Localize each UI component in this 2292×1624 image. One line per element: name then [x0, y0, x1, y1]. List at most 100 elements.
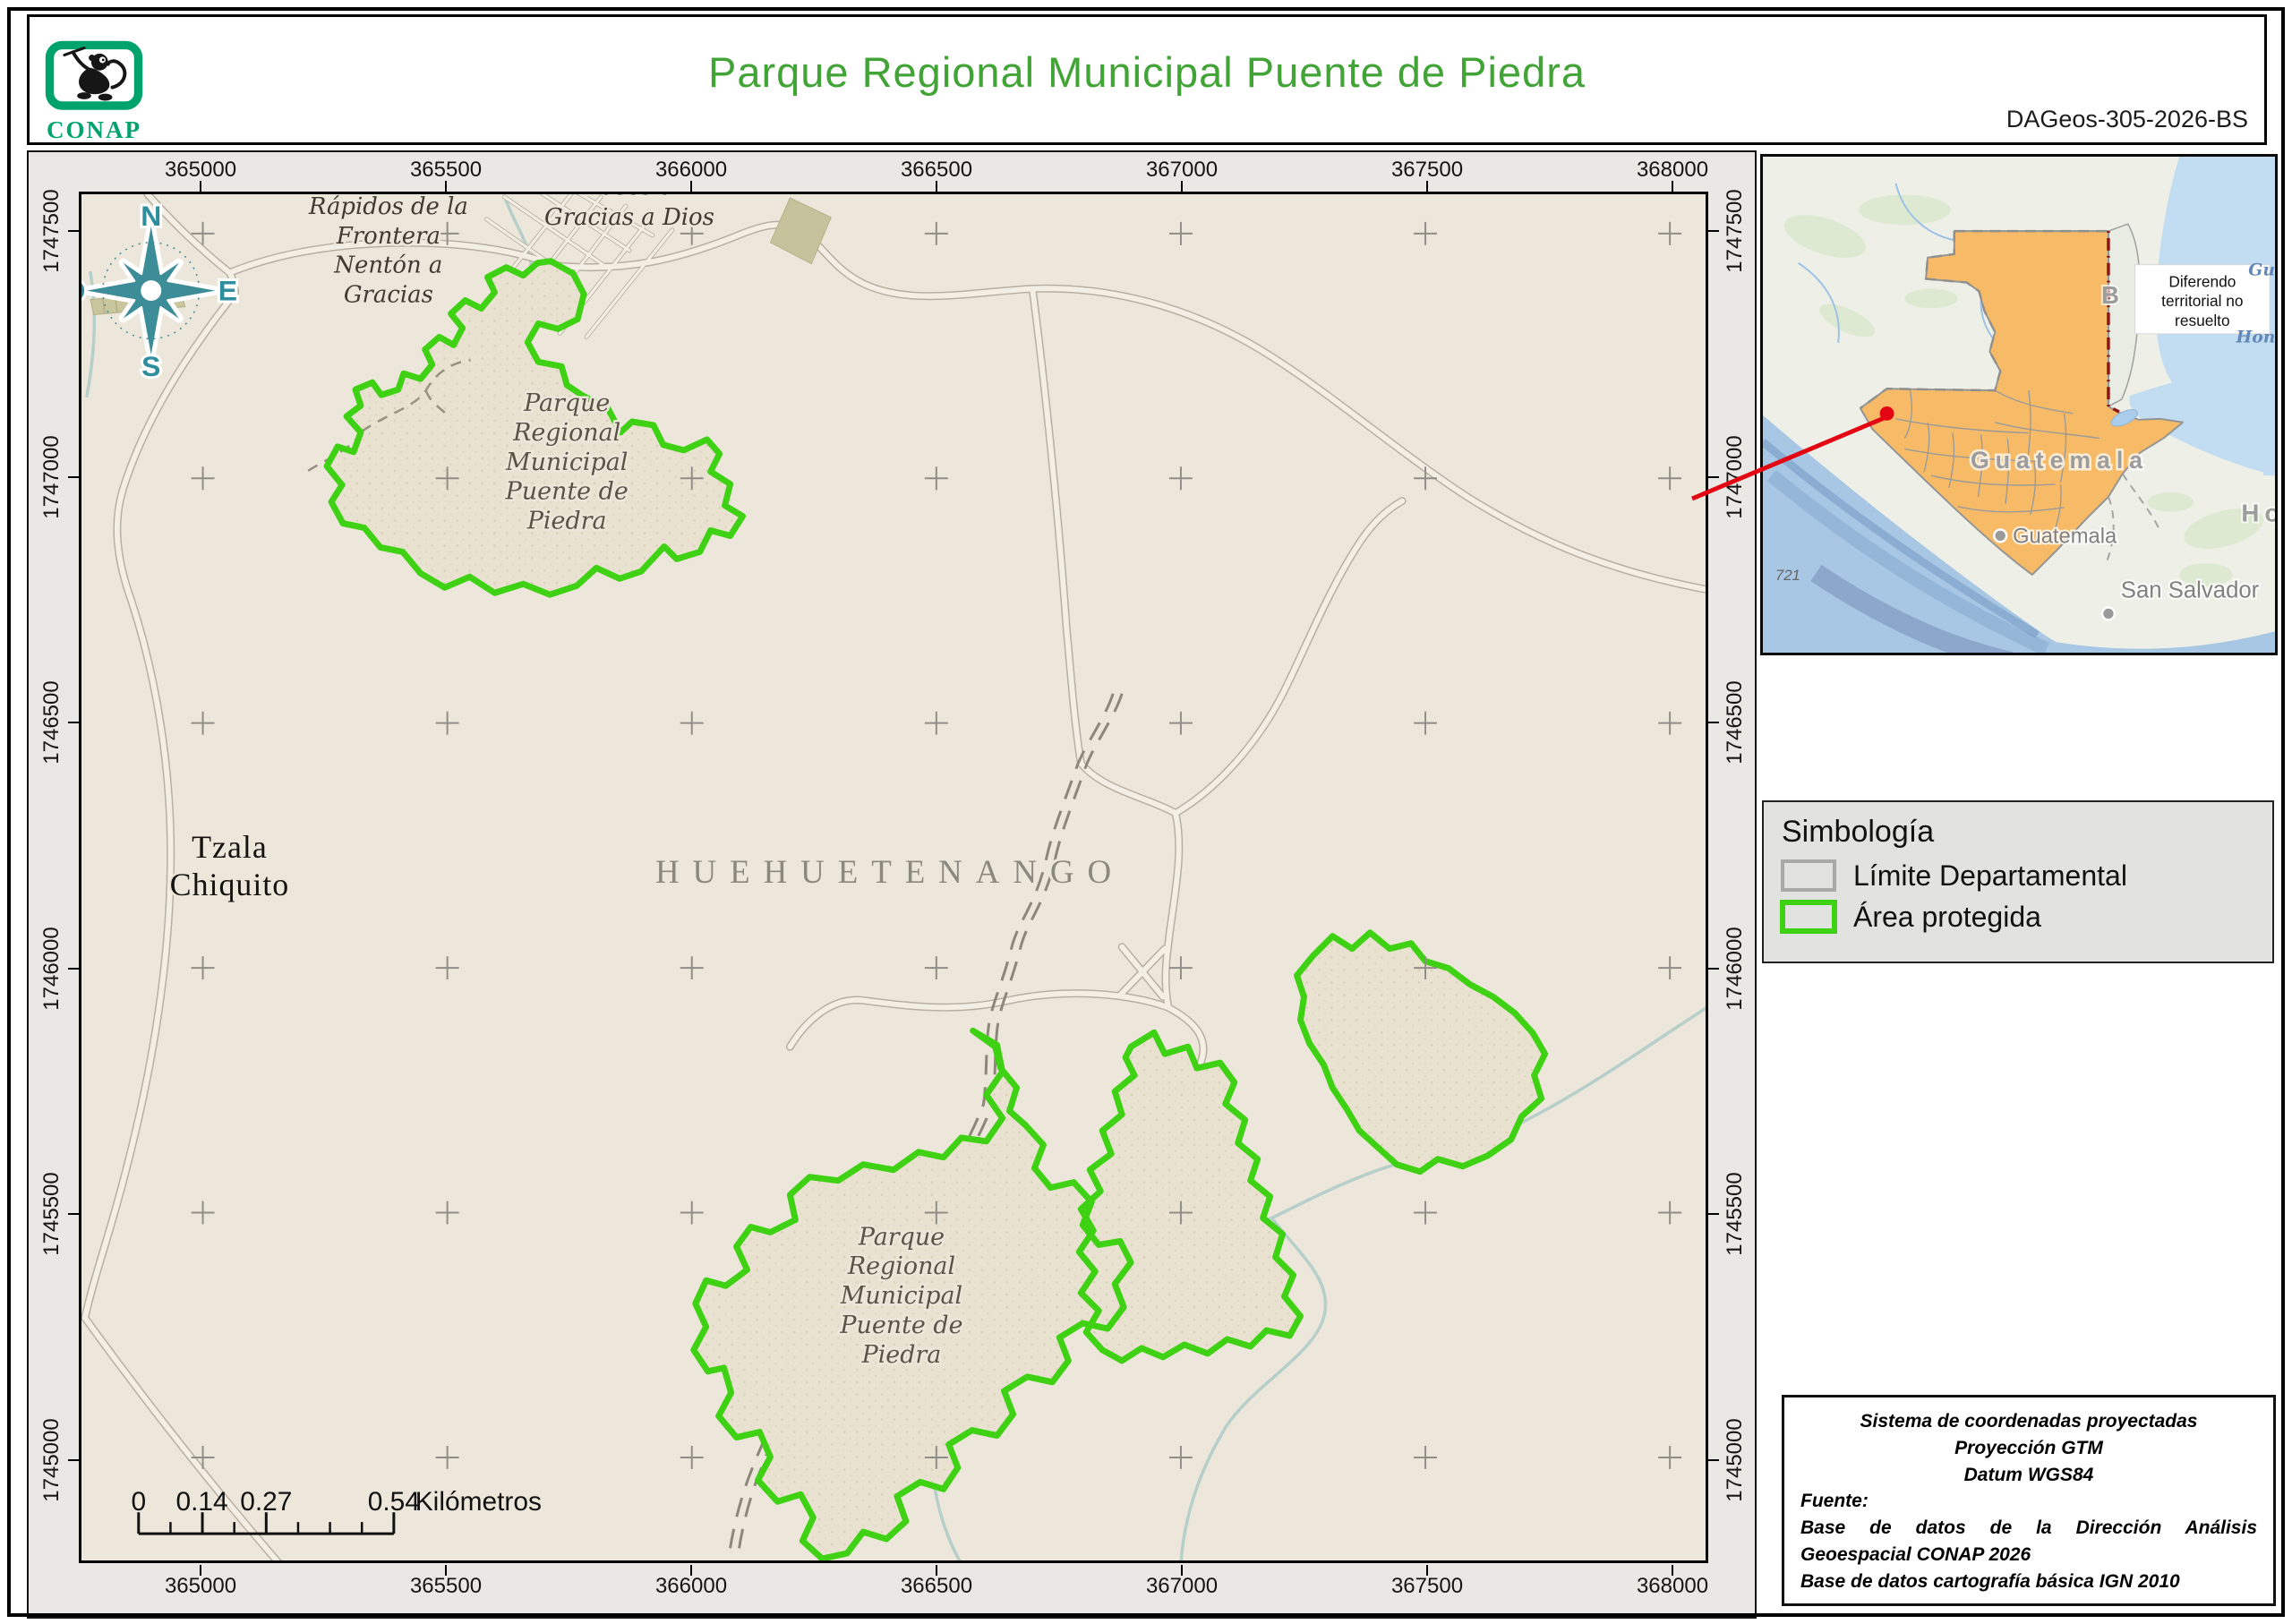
axis-label-x-bottom: 367000	[1146, 1574, 1218, 1599]
axis-tick	[1708, 968, 1719, 970]
axis-tick	[68, 1459, 79, 1461]
svg-text:Municipal: Municipal	[840, 1282, 962, 1310]
legend-item-area-protegida: Área protegida	[1780, 900, 2256, 934]
axis-tick	[445, 1565, 447, 1576]
axis-tick	[1708, 1213, 1719, 1215]
label-departamento: HUEHUETENANGO	[655, 853, 1125, 890]
svg-text:Puente de: Puente de	[839, 1312, 962, 1339]
axis-tick	[690, 1565, 692, 1576]
axis-label-x-bottom: 365000	[165, 1574, 236, 1599]
axis-label-x-top: 367500	[1391, 158, 1463, 183]
legend-item-label: Límite Departamental	[1853, 859, 2127, 893]
compass-s: S	[141, 350, 160, 382]
source-info-box: Sistema de coordenadas proyectadas Proye…	[1782, 1395, 2276, 1606]
label-park-north: Parque	[523, 389, 610, 417]
limite-swatch-icon	[1780, 859, 1837, 893]
axis-label-x-bottom: 367500	[1391, 1574, 1463, 1599]
svg-text:Nentón a: Nentón a	[333, 252, 442, 279]
axis-label-y-left: 1747500	[39, 189, 64, 272]
fuente-label: Fuente:	[1800, 1488, 2257, 1515]
compass-n: N	[141, 200, 161, 232]
map-sheet-header: CONAP Parque Regional Municipal Puente d…	[27, 14, 2267, 145]
axis-label-y-right: 1746500	[1723, 680, 1748, 764]
area-protegida-swatch-icon	[1780, 900, 1837, 934]
san-salvador-label: San Salvador	[2121, 578, 2260, 603]
legend-item-limite: Límite Departamental	[1780, 859, 2256, 893]
axis-tick	[1672, 181, 1673, 192]
source-line-1: Base de datos de la Dirección Análisis G…	[1800, 1515, 2257, 1568]
legend-item-label: Área protegida	[1853, 901, 2041, 934]
honduras-label-fragment: Ho	[2241, 500, 2275, 527]
axis-tick	[200, 181, 201, 192]
axis-label-x-top: 366500	[901, 158, 972, 183]
svg-text:Gracias a Dios: Gracias a Dios	[544, 204, 714, 231]
conap-logo-text: CONAP	[42, 116, 146, 144]
axis-tick	[445, 181, 447, 192]
axis-tick	[690, 181, 692, 192]
svg-text:Frontera: Frontera	[336, 223, 440, 250]
svg-text:Regional: Regional	[512, 419, 620, 447]
axis-label-y-left: 1746500	[39, 680, 64, 764]
axis-tick	[936, 181, 937, 192]
axis-label-y-right: 1746000	[1723, 927, 1748, 1010]
axis-label-x-top: 365500	[410, 158, 482, 183]
svg-text:Municipal: Municipal	[505, 449, 628, 476]
svg-text:Piedra: Piedra	[861, 1341, 942, 1369]
label-rapidos: Rápidos de la	[308, 194, 468, 220]
axis-label-x-top: 366000	[655, 158, 727, 183]
axis-tick	[200, 1565, 201, 1576]
axis-label-y-right: 1745500	[1723, 1172, 1748, 1255]
axis-label-x-bottom: 368000	[1637, 1574, 1708, 1599]
axis-label-x-bottom: 366500	[901, 1574, 972, 1599]
axis-label-x-top: 365000	[165, 158, 236, 183]
legend: Simbología Límite Departamental Área pro…	[1762, 800, 2274, 963]
axis-label-y-left: 1745000	[39, 1418, 64, 1501]
axis-tick	[1181, 181, 1183, 192]
capital-city-dot	[1994, 529, 2006, 542]
axis-tick	[936, 1565, 937, 1576]
svg-text:Piedra: Piedra	[526, 508, 607, 535]
axis-tick	[1672, 1565, 1673, 1576]
axis-tick	[68, 476, 79, 478]
inset-map-canvas: B Diferendo territorial no resuelto Gu H…	[1763, 157, 2275, 653]
sea-label-fragment-2: Hond	[2235, 328, 2275, 347]
axis-tick	[68, 230, 79, 232]
sea-label-fragment-1: Gu	[2248, 261, 2275, 280]
axis-label-y-right: 1745000	[1723, 1418, 1748, 1501]
inset-map: B Diferendo territorial no resuelto Gu H…	[1760, 154, 2278, 655]
svg-text:Diferendo: Diferendo	[2168, 272, 2236, 290]
axis-tick	[1708, 476, 1719, 478]
axis-tick	[68, 722, 79, 723]
compass-o: O	[81, 275, 85, 307]
axis-tick	[1708, 1459, 1719, 1461]
belize-label-fragment: B	[2101, 281, 2125, 309]
axis-label-y-left: 1746000	[39, 927, 64, 1010]
svg-text:Chiquito: Chiquito	[170, 867, 290, 902]
axis-tick	[68, 968, 79, 970]
map-sheet: { "header": { "logo_text": "CONAP", "tit…	[0, 0, 2292, 1624]
main-map: N E S O Rápidos de la Frontera Nentón a …	[79, 192, 1708, 1563]
label-bases: Bases a	[584, 194, 674, 201]
axis-label-x-top: 368000	[1637, 158, 1708, 183]
main-map-canvas: N E S O Rápidos de la Frontera Nentón a …	[81, 194, 1706, 1560]
svg-text:Kilómetros: Kilómetros	[415, 1487, 542, 1517]
svg-text:Puente de: Puente de	[505, 478, 629, 506]
axis-tick	[1426, 1565, 1428, 1576]
datum-line: Datum WGS84	[1800, 1462, 2257, 1489]
depth-label: 721	[1775, 567, 1800, 584]
label-park-south: Parque	[858, 1223, 945, 1251]
document-id: DAGeos-305-2026-BS	[2006, 106, 2248, 133]
locator-dot	[1880, 406, 1894, 421]
capital-city-label: Guatemala	[2013, 525, 2117, 548]
legend-title: Simbología	[1782, 815, 2256, 850]
axis-label-y-left: 1747000	[39, 435, 64, 518]
axis-tick	[1708, 722, 1719, 723]
san-salvador-dot	[2102, 608, 2115, 620]
axis-label-y-left: 1745500	[39, 1172, 64, 1255]
axis-tick	[1708, 230, 1719, 232]
axis-label-x-top: 367000	[1146, 158, 1218, 183]
main-map-frame: N E S O Rápidos de la Frontera Nentón a …	[27, 150, 1757, 1619]
axis-label-y-right: 1747000	[1723, 435, 1748, 518]
svg-text:Regional: Regional	[847, 1252, 955, 1280]
axis-tick	[1181, 1565, 1183, 1576]
